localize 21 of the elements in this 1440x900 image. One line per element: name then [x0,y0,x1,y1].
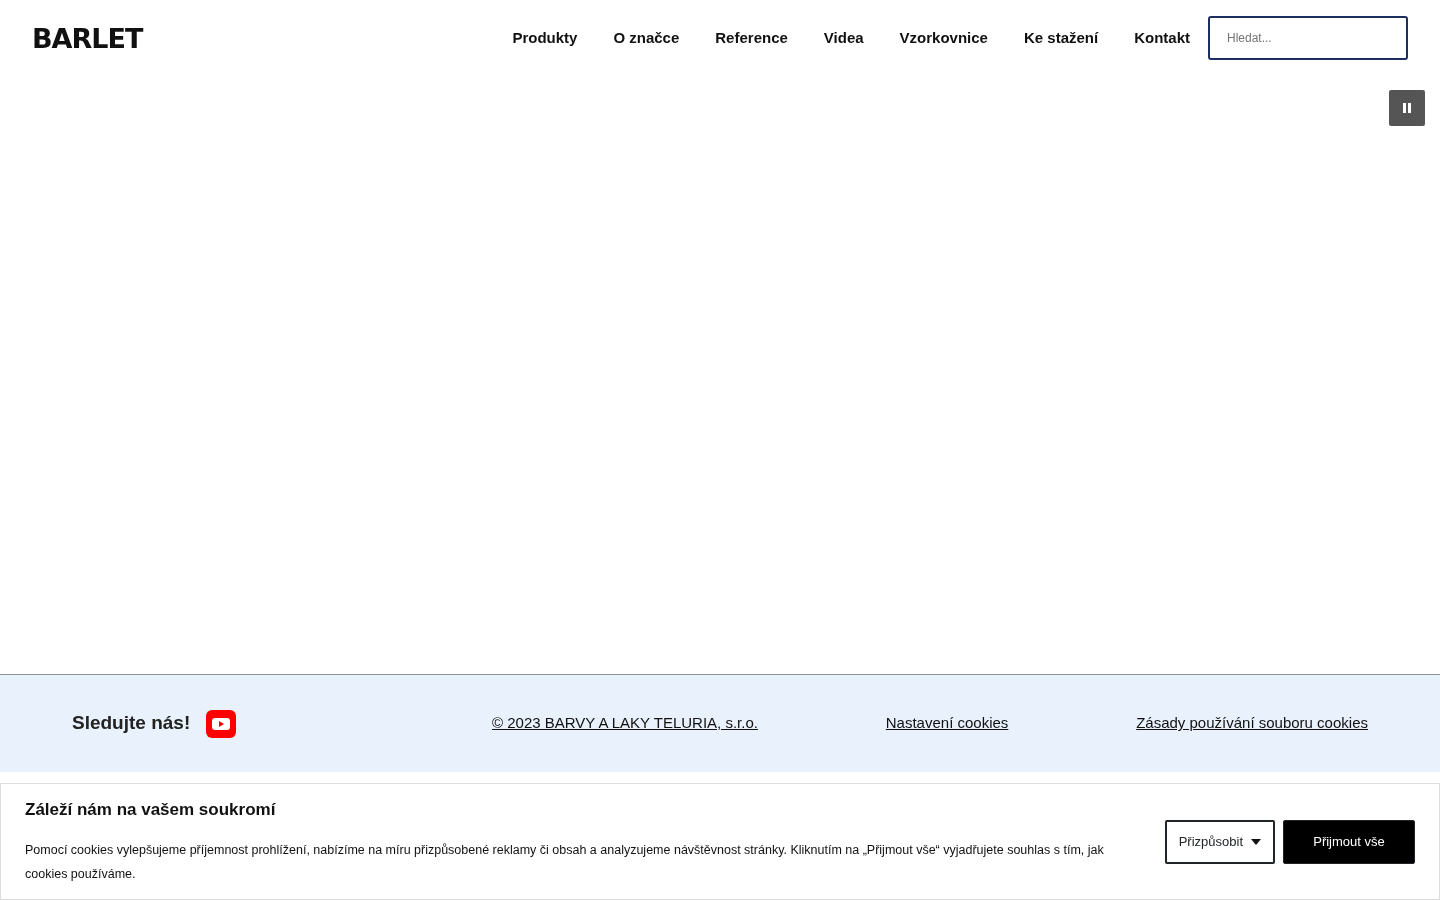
footer-link[interactable]: Zásady používání souboru cookies [1136,712,1368,735]
nav-link[interactable]: Reference [697,26,806,50]
footer-link[interactable]: Nastavení cookies [885,712,1009,735]
search-field[interactable]: Hledat... [1208,16,1408,60]
banner-title: Záleží nám na vašem soukromí [25,798,277,821]
nav-link[interactable]: Vzorkovnice [881,26,1006,50]
nav-link[interactable]: Ke stažení [1005,26,1117,50]
customize-button[interactable]: Přizpůsobit [1164,819,1275,864]
pause-icon [1402,102,1412,114]
nav-link[interactable]: Produkty [494,26,596,50]
pause-button[interactable] [1389,90,1425,126]
nav-link[interactable]: Kontakt [1116,26,1208,50]
footer-link[interactable]: © 2023 BARVY A LAKY TELURIA, s.r.o. [492,712,758,735]
caret-icon [1251,838,1261,845]
nav-link[interactable]: Videa [805,26,882,50]
follow-label: Sledujte nás! [72,711,191,736]
logo[interactable]: BARLET [32,24,143,52]
nav-link[interactable]: O značce [595,26,698,50]
youtube-icon[interactable] [206,709,237,738]
accept-button[interactable]: Přijmout vše [1283,819,1415,864]
banner-text: Pomocí cookies vylepšujeme příjemnost prohlížení, nabízíme na míru přizpůsobené reklamy či obsah a analyzujeme návštěvnost stránky. Kliknutím na „Přijmout vše“ vyjadřujete souhlas s tím, jak cookies používáme. [25,842,1105,884]
